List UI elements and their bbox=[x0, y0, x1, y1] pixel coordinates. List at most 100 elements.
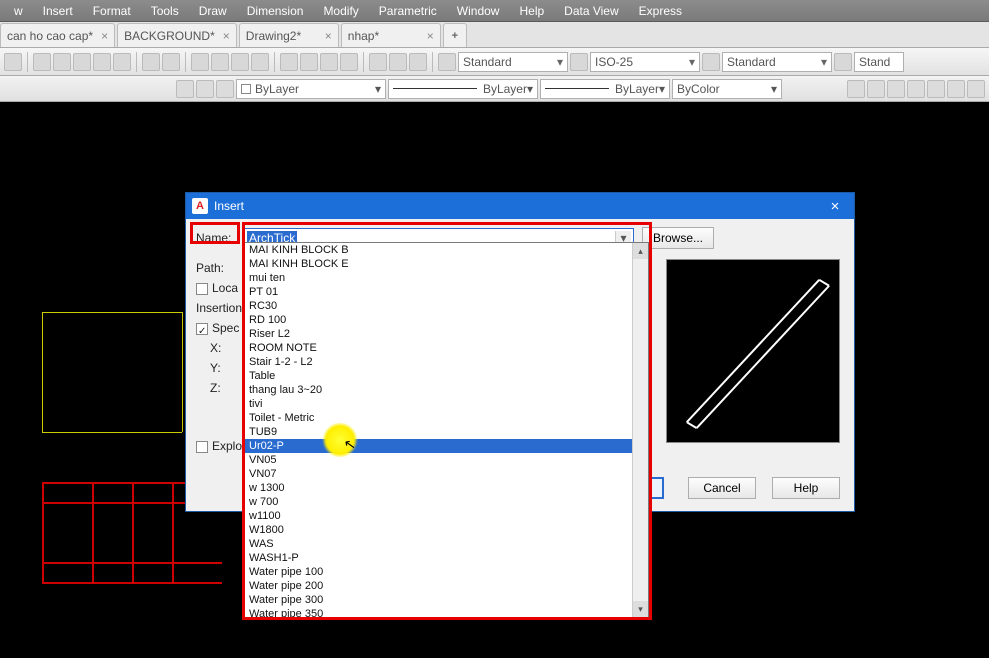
name-dropdown-list[interactable]: MAI KINH BLOCK BMAI KINH BLOCK Emui tenP… bbox=[244, 242, 649, 618]
close-icon[interactable]: × bbox=[215, 29, 230, 43]
menu-item[interactable]: Data View bbox=[554, 4, 628, 18]
dropdown-item[interactable]: WASH1-P bbox=[245, 551, 648, 565]
dropdown-item[interactable]: Water pipe 200 bbox=[245, 579, 648, 593]
menu-item[interactable]: Draw bbox=[189, 4, 237, 18]
cut-icon[interactable] bbox=[33, 53, 51, 71]
tool-icon[interactable] bbox=[113, 53, 131, 71]
cancel-button[interactable]: Cancel bbox=[688, 477, 756, 499]
dropdown-item[interactable]: Toilet - Metric bbox=[245, 411, 648, 425]
scrollbar[interactable]: ▴ ▾ bbox=[632, 243, 648, 617]
tool-icon[interactable] bbox=[369, 53, 387, 71]
dialog-titlebar[interactable]: A Insert × bbox=[186, 193, 854, 219]
dropdown-item[interactable]: VN07 bbox=[245, 467, 648, 481]
dropdown-item[interactable]: w 700 bbox=[245, 495, 648, 509]
dropdown-item[interactable]: VN05 bbox=[245, 453, 648, 467]
dropdown-item[interactable]: mui ten bbox=[245, 271, 648, 285]
new-tab-button[interactable]: + bbox=[443, 23, 467, 47]
document-tab[interactable]: Drawing2*× bbox=[239, 23, 339, 47]
dropdown-item[interactable]: RC30 bbox=[245, 299, 648, 313]
mleader-style-icon[interactable] bbox=[834, 53, 852, 71]
close-icon[interactable]: × bbox=[317, 29, 332, 43]
lineweight-combo[interactable]: ByLayer▾ bbox=[540, 79, 670, 99]
dim-icon[interactable] bbox=[967, 80, 985, 98]
dim-icon[interactable] bbox=[867, 80, 885, 98]
menu-item[interactable]: Parametric bbox=[369, 4, 447, 18]
zoom-icon[interactable] bbox=[211, 53, 229, 71]
dropdown-item[interactable]: Water pipe 100 bbox=[245, 565, 648, 579]
close-icon[interactable]: × bbox=[93, 29, 108, 43]
paste-icon[interactable] bbox=[73, 53, 91, 71]
dropdown-item[interactable]: WAS bbox=[245, 537, 648, 551]
zoom-window-icon[interactable] bbox=[251, 53, 269, 71]
drawing-canvas[interactable]: A Insert × Name: ArchTick ▾ Browse... Pa… bbox=[0, 102, 989, 658]
dropdown-item[interactable]: Table bbox=[245, 369, 648, 383]
table-style-icon[interactable] bbox=[702, 53, 720, 71]
redo-icon[interactable] bbox=[162, 53, 180, 71]
dropdown-item[interactable]: Water pipe 350 bbox=[245, 607, 648, 618]
tool-icon[interactable] bbox=[320, 53, 338, 71]
dropdown-item[interactable]: Stair 1-2 - L2 bbox=[245, 355, 648, 369]
dim-icon[interactable] bbox=[947, 80, 965, 98]
tool-icon[interactable] bbox=[389, 53, 407, 71]
dropdown-item[interactable]: Riser L2 bbox=[245, 327, 648, 341]
menu-item[interactable]: w bbox=[4, 4, 33, 18]
linetype-combo[interactable]: ByLayer▾ bbox=[388, 79, 538, 99]
locate-checkbox[interactable] bbox=[196, 283, 208, 295]
menu-item[interactable]: Window bbox=[447, 4, 510, 18]
text-style-combo[interactable]: Standard▾ bbox=[458, 52, 568, 72]
close-button[interactable]: × bbox=[822, 198, 848, 215]
specify-checkbox[interactable] bbox=[196, 323, 208, 335]
layer-icon[interactable] bbox=[216, 80, 234, 98]
copy-icon[interactable] bbox=[53, 53, 71, 71]
dropdown-item[interactable]: w 1300 bbox=[245, 481, 648, 495]
dropdown-item[interactable]: tivi bbox=[245, 397, 648, 411]
dropdown-item[interactable]: ROOM NOTE bbox=[245, 341, 648, 355]
tool-icon[interactable] bbox=[409, 53, 427, 71]
dropdown-item[interactable]: Water pipe 300 bbox=[245, 593, 648, 607]
tool-icon[interactable] bbox=[300, 53, 318, 71]
table-style-combo[interactable]: Standard▾ bbox=[722, 52, 832, 72]
tool-icon[interactable] bbox=[93, 53, 111, 71]
color-combo[interactable]: ByColor▾ bbox=[672, 79, 782, 99]
menu-bar[interactable]: w Insert Format Tools Draw Dimension Mod… bbox=[0, 0, 989, 22]
menu-item[interactable]: Express bbox=[629, 4, 692, 18]
close-icon[interactable]: × bbox=[419, 29, 434, 43]
zoom-extents-icon[interactable] bbox=[231, 53, 249, 71]
text-style-icon[interactable] bbox=[438, 53, 456, 71]
tool-icon[interactable] bbox=[4, 53, 22, 71]
dim-icon[interactable] bbox=[907, 80, 925, 98]
dropdown-item[interactable]: RD 100 bbox=[245, 313, 648, 327]
dropdown-item[interactable]: W1800 bbox=[245, 523, 648, 537]
menu-item[interactable]: Format bbox=[83, 4, 141, 18]
document-tab[interactable]: nhap*× bbox=[341, 23, 441, 47]
tool-icon[interactable] bbox=[280, 53, 298, 71]
dim-icon[interactable] bbox=[927, 80, 945, 98]
dim-icon[interactable] bbox=[887, 80, 905, 98]
dropdown-item[interactable]: thang lau 3~20 bbox=[245, 383, 648, 397]
explode-checkbox[interactable] bbox=[196, 441, 208, 453]
undo-icon[interactable] bbox=[142, 53, 160, 71]
mleader-style-combo[interactable]: Stand bbox=[854, 52, 904, 72]
scroll-down-icon[interactable]: ▾ bbox=[633, 601, 648, 617]
dropdown-item[interactable]: MAI KINH BLOCK E bbox=[245, 257, 648, 271]
menu-item[interactable]: Dimension bbox=[237, 4, 314, 18]
dim-style-icon[interactable] bbox=[570, 53, 588, 71]
layer-icon[interactable] bbox=[196, 80, 214, 98]
dropdown-item[interactable]: w1100 bbox=[245, 509, 648, 523]
menu-item[interactable]: Tools bbox=[141, 4, 189, 18]
document-tab[interactable]: can ho cao cap*× bbox=[0, 23, 115, 47]
pan-icon[interactable] bbox=[191, 53, 209, 71]
dropdown-item[interactable]: PT 01 bbox=[245, 285, 648, 299]
tool-icon[interactable] bbox=[340, 53, 358, 71]
layer-icon[interactable] bbox=[176, 80, 194, 98]
dropdown-item[interactable]: Ur02-P bbox=[245, 439, 648, 453]
dim-style-combo[interactable]: ISO-25▾ bbox=[590, 52, 700, 72]
menu-item[interactable]: Insert bbox=[33, 4, 83, 18]
scroll-up-icon[interactable]: ▴ bbox=[633, 243, 648, 259]
browse-button[interactable]: Browse... bbox=[642, 227, 714, 249]
dim-icon[interactable] bbox=[847, 80, 865, 98]
menu-item[interactable]: Modify bbox=[313, 4, 368, 18]
layer-combo[interactable]: ByLayer▾ bbox=[236, 79, 386, 99]
document-tab[interactable]: BACKGROUND*× bbox=[117, 23, 237, 47]
help-button[interactable]: Help bbox=[772, 477, 840, 499]
